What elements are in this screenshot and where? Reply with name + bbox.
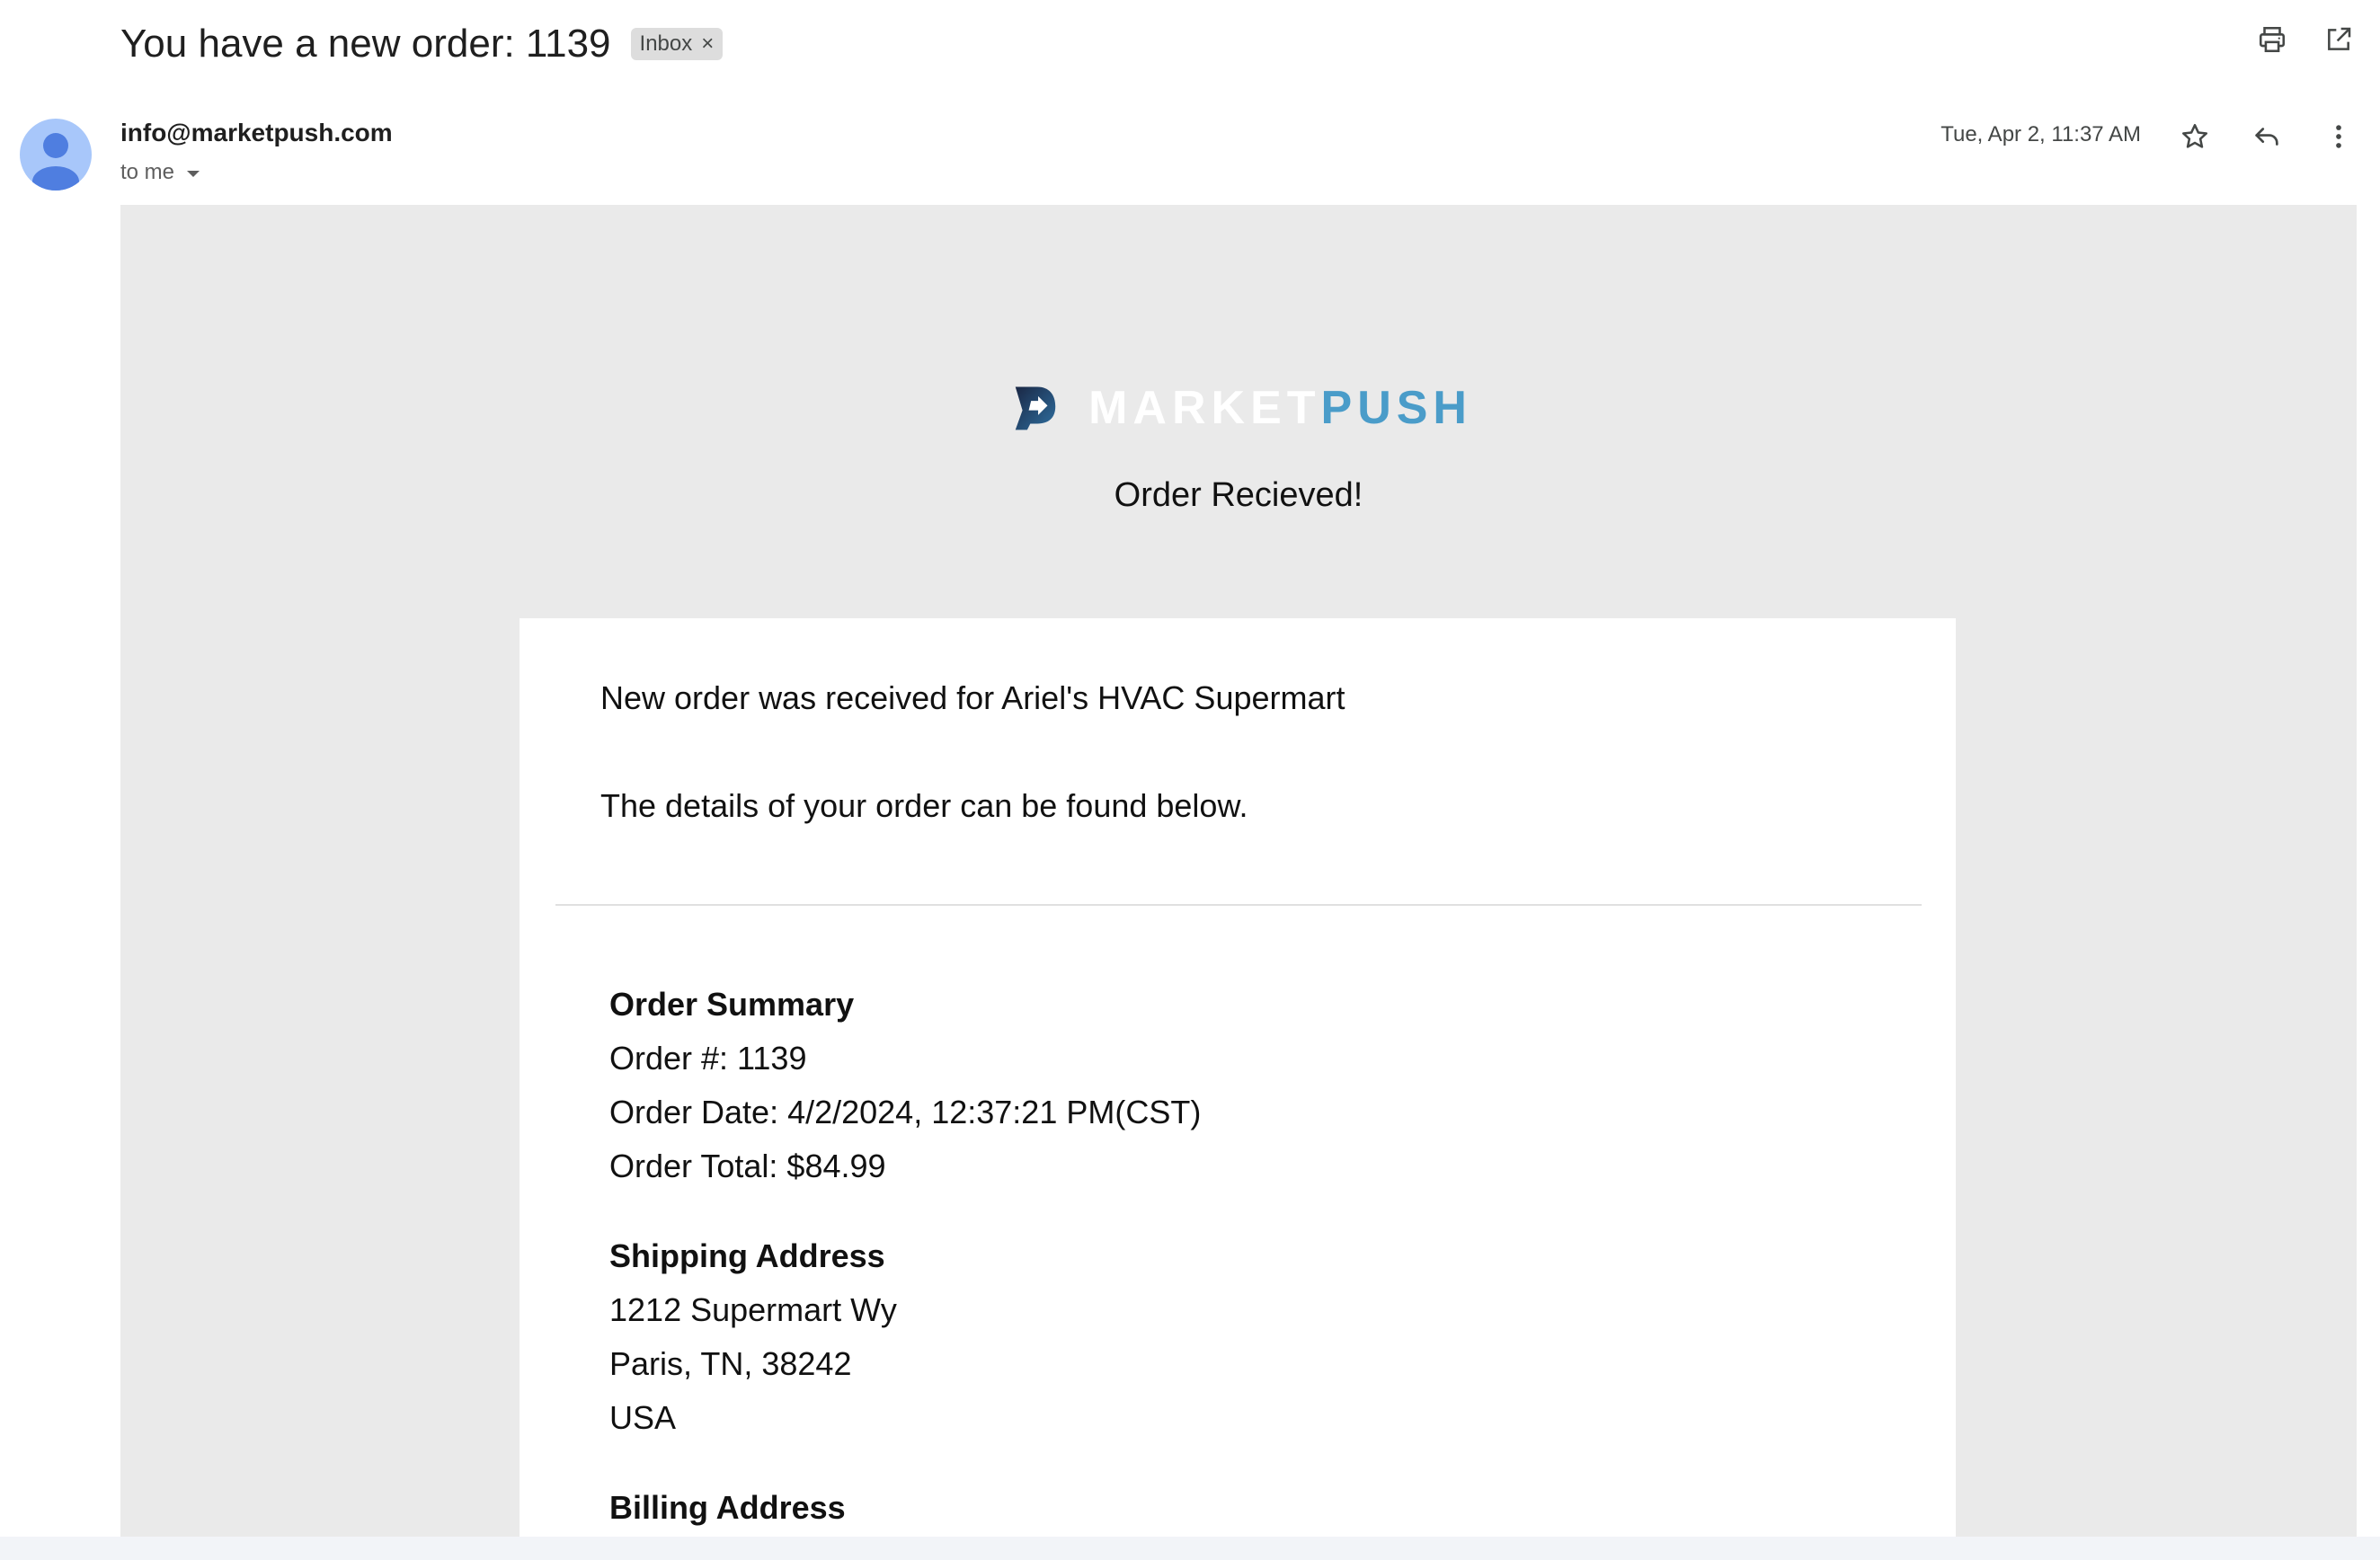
sender-email[interactable]: info@marketpush.com (120, 119, 393, 147)
order-summary-heading: Order Summary (609, 986, 855, 1023)
avatar[interactable] (20, 119, 92, 191)
brand-word-push: PUSH (1320, 382, 1472, 434)
inbox-label-chip[interactable]: Inbox × (630, 28, 724, 60)
billing-address-heading: Billing Address (609, 1489, 846, 1526)
recipient-text: to me (120, 160, 175, 184)
order-summary-section: Order Summary Order #: 1139 Order Date: … (609, 978, 1201, 1193)
subject-row: You have a new order: 1139 Inbox × (120, 13, 724, 75)
marketpush-logo: MARKETPUSH (1014, 358, 1472, 458)
remove-label-icon[interactable]: × (701, 31, 714, 57)
divider (555, 904, 1922, 906)
star-icon[interactable] (2175, 117, 2215, 156)
billing-address-section: Billing Address (609, 1481, 846, 1535)
top-actions (2252, 20, 2358, 59)
shipping-line-1: 1212 Supermart Wy (609, 1291, 897, 1328)
intro-text: New order was received for Ariel's HVAC … (600, 679, 1345, 716)
brand-wordmark: MARKETPUSH (1088, 381, 1472, 435)
email-date: Tue, Apr 2, 11:37 AM (1940, 122, 2141, 146)
shipping-address-heading: Shipping Address (609, 1237, 885, 1274)
print-icon[interactable] (2252, 20, 2292, 59)
chevron-down-icon[interactable] (185, 160, 201, 185)
brand-word-market: MARKET (1088, 382, 1321, 434)
bottom-bar (0, 1537, 2380, 1560)
email-content: MARKETPUSH Order Recieved! New order was… (120, 205, 2357, 1537)
label-chip-text: Inbox (639, 31, 693, 56)
order-received-heading: Order Recieved! (1114, 476, 1363, 514)
marketpush-logo-mark (1015, 386, 1056, 430)
shipping-address-section: Shipping Address 1212 Supermart Wy Paris… (609, 1229, 897, 1445)
order-card: New order was received for Ariel's HVAC … (520, 618, 1956, 1537)
more-vert-icon[interactable] (2319, 117, 2358, 156)
person-icon (32, 133, 79, 191)
open-in-new-icon[interactable] (2319, 20, 2358, 59)
email-view: You have a new order: 1139 Inbox × info@… (0, 0, 2380, 1560)
reply-icon[interactable] (2247, 117, 2287, 156)
shipping-line-3: USA (609, 1399, 677, 1436)
email-subject: You have a new order: 1139 (120, 22, 611, 66)
order-number: Order #: 1139 (609, 1040, 807, 1077)
order-total: Order Total: $84.99 (609, 1148, 886, 1184)
message-actions (2175, 117, 2358, 156)
order-date: Order Date: 4/2/2024, 12:37:21 PM(CST) (609, 1094, 1202, 1130)
recipient-line: to me (120, 160, 201, 185)
details-note: The details of your order can be found b… (600, 787, 1248, 824)
shipping-line-2: Paris, TN, 38242 (609, 1345, 852, 1382)
